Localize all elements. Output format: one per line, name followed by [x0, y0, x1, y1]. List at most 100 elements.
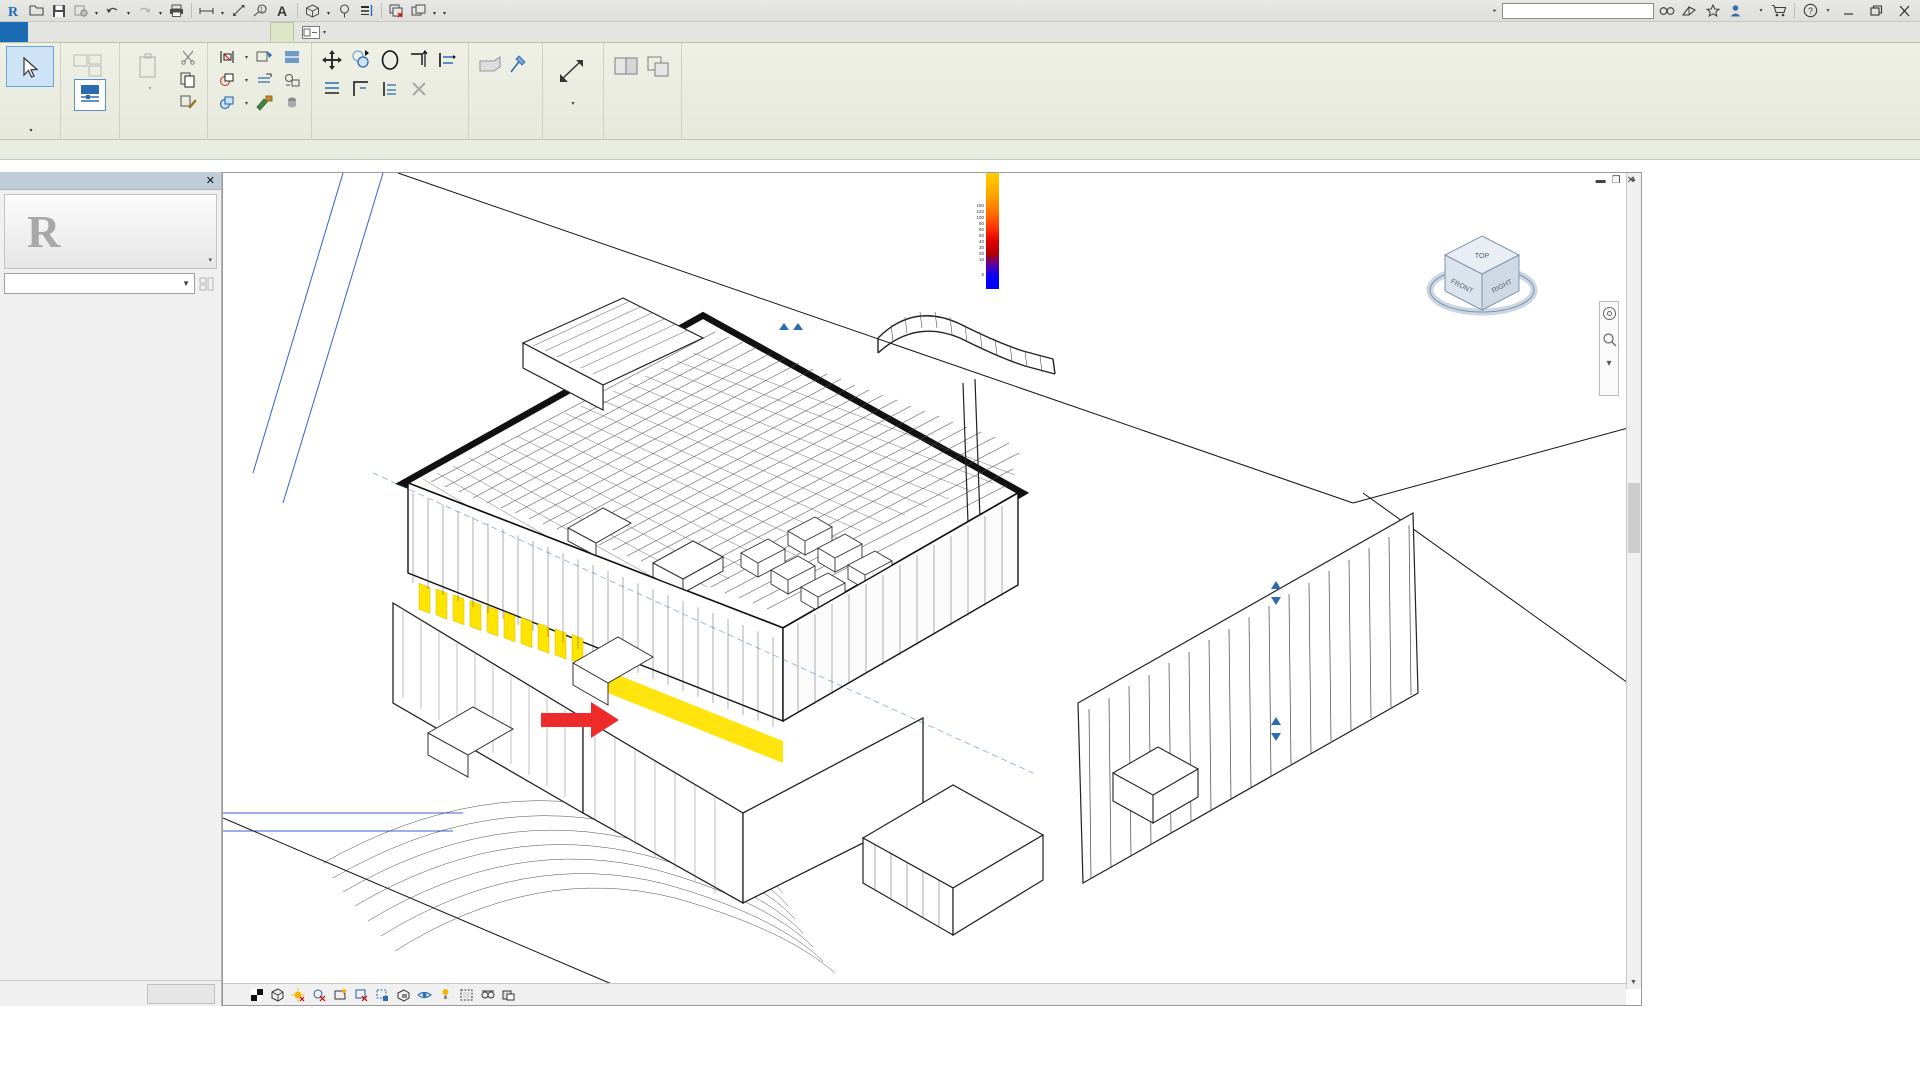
tab-manage[interactable]: [226, 22, 248, 42]
visual-style-icon[interactable]: [268, 986, 287, 1004]
steering-wheel-icon[interactable]: [1602, 306, 1617, 324]
demolish-icon[interactable]: [252, 46, 278, 68]
tag-icon[interactable]: 1: [250, 1, 271, 21]
account-icon[interactable]: [1725, 1, 1746, 21]
create-group-icon[interactable]: [643, 51, 675, 81]
edit-type-button[interactable]: [199, 277, 217, 291]
tab-architecture[interactable]: [28, 22, 50, 42]
favorites-icon[interactable]: [1702, 1, 1723, 21]
offset-icon[interactable]: [318, 75, 346, 103]
tab-systems[interactable]: [72, 22, 94, 42]
join-geometry-button[interactable]: ▾: [214, 92, 251, 114]
override-graphics-icon[interactable]: [506, 51, 536, 79]
default-3d-view-icon[interactable]: [302, 1, 323, 21]
close-icon[interactable]: [1891, 1, 1917, 21]
select-panel-dropdown-icon[interactable]: ▾: [29, 124, 32, 139]
open-icon[interactable]: [26, 1, 47, 21]
lock-3d-view-icon[interactable]: [394, 986, 413, 1004]
drawing-viewport[interactable]: ▬ ❐ ✕ 160 120 100 80 60 50 40 30 20 10 0…: [222, 172, 1642, 1006]
minimize-icon[interactable]: [1835, 1, 1861, 21]
mirror-axis-icon[interactable]: [405, 46, 433, 74]
copy-button[interactable]: [175, 69, 201, 91]
unjoin-icon[interactable]: [279, 92, 305, 114]
temporary-hide-isolate-icon[interactable]: [415, 986, 434, 1004]
tab-annotate[interactable]: [116, 22, 138, 42]
tab-analyze[interactable]: [138, 22, 160, 42]
preview-dropdown-icon[interactable]: ▾: [208, 256, 212, 264]
switch-windows-dropdown-icon[interactable]: ▾: [430, 1, 439, 21]
save-icon[interactable]: [48, 1, 69, 21]
switch-windows-icon[interactable]: [408, 1, 429, 21]
rotate-icon[interactable]: [376, 46, 404, 74]
measure-icon[interactable]: [228, 1, 249, 21]
join-geometry-dropdown-icon[interactable]: ▾: [245, 100, 248, 107]
save-as-icon[interactable]: [70, 1, 91, 21]
save-as-dropdown-icon[interactable]: ▾: [92, 1, 101, 21]
apply-button[interactable]: [147, 983, 215, 1004]
paint-icon[interactable]: [252, 92, 278, 114]
tab-file[interactable]: [0, 22, 28, 42]
scroll-down-icon[interactable]: ▼: [1627, 976, 1640, 989]
autodesk-360-icon[interactable]: [1679, 1, 1700, 21]
zoom-tool-icon[interactable]: [1602, 332, 1617, 350]
tab-view[interactable]: [204, 22, 226, 42]
reveal-hidden-elements-icon[interactable]: [436, 986, 455, 1004]
restore-icon[interactable]: [1863, 1, 1889, 21]
help-dropdown-icon[interactable]: ▾: [1823, 7, 1833, 14]
account-dropdown-icon[interactable]: ▾: [1756, 7, 1766, 14]
vertical-scroll-thumb[interactable]: [1628, 483, 1640, 553]
rendering-dialog-icon[interactable]: [331, 986, 350, 1004]
customize-qat-icon[interactable]: ▾: [440, 1, 449, 21]
ribbon-display-dropdown-icon[interactable]: ▾: [323, 29, 326, 36]
thin-lines-icon[interactable]: [356, 1, 377, 21]
paste-dropdown-icon[interactable]: ▾: [148, 85, 151, 92]
tab-massing-site[interactable]: [160, 22, 182, 42]
trim-extend-multiple-icon[interactable]: [376, 75, 404, 103]
3d-view-dropdown-icon[interactable]: ▾: [324, 1, 333, 21]
type-selector-dropdown[interactable]: ▼: [4, 273, 195, 294]
search-go-icon[interactable]: [1656, 1, 1677, 21]
redo-icon[interactable]: [134, 1, 155, 21]
show-crop-region-icon[interactable]: [373, 986, 392, 1004]
navigation-dropdown-icon[interactable]: ▾: [1606, 358, 1611, 369]
paste-button[interactable]: ▾: [126, 46, 174, 92]
crop-view-icon[interactable]: [352, 986, 371, 1004]
hide-in-view-icon[interactable]: [475, 51, 505, 79]
tab-collaborate[interactable]: [182, 22, 204, 42]
trim-extend-single-icon[interactable]: [347, 75, 375, 103]
wall-joins-icon[interactable]: [252, 69, 278, 91]
cope-dropdown-icon[interactable]: ▾: [245, 54, 248, 61]
ribbon-display-options[interactable]: ▾: [294, 22, 334, 42]
undo-icon[interactable]: [102, 1, 123, 21]
close-icon[interactable]: ✕: [206, 174, 221, 187]
dimension-dropdown-icon[interactable]: ▾: [218, 1, 227, 21]
tab-add-ins[interactable]: [248, 22, 270, 42]
text-icon[interactable]: A: [272, 1, 293, 21]
undo-dropdown-icon[interactable]: ▾: [124, 1, 133, 21]
redo-dropdown-icon[interactable]: ▾: [156, 1, 165, 21]
beam-join-icon[interactable]: [279, 69, 305, 91]
print-icon[interactable]: [166, 1, 187, 21]
tab-modify-section-boxes[interactable]: [270, 22, 294, 42]
viewport-close-icon[interactable]: ✕: [1627, 175, 1635, 186]
tab-insert[interactable]: [94, 22, 116, 42]
hide-analytical-model-icon[interactable]: [478, 986, 497, 1004]
revit-logo-icon[interactable]: R: [4, 1, 25, 21]
shopping-cart-icon[interactable]: [1768, 1, 1789, 21]
create-similar-icon[interactable]: [610, 51, 642, 81]
navigation-bar[interactable]: ▾: [1599, 301, 1619, 396]
sun-path-icon[interactable]: [289, 986, 308, 1004]
search-expand-icon[interactable]: ▸: [1490, 7, 1500, 14]
help-icon[interactable]: ?: [1800, 1, 1821, 21]
match-type-button[interactable]: [175, 92, 201, 114]
measure-dropdown-icon[interactable]: ▾: [572, 100, 575, 107]
cut-geometry-dropdown-icon[interactable]: ▾: [245, 77, 248, 84]
close-hidden-windows-icon[interactable]: [386, 1, 407, 21]
delete-icon[interactable]: [405, 75, 433, 103]
shadows-icon[interactable]: [310, 986, 329, 1004]
reveal-constraints-icon[interactable]: [499, 986, 518, 1004]
aligned-dimension-icon[interactable]: [196, 1, 217, 21]
cope-button[interactable]: ▾: [214, 46, 251, 68]
viewport-minimize-icon[interactable]: ▬: [1596, 175, 1606, 186]
viewport-restore-icon[interactable]: ❐: [1612, 175, 1621, 186]
